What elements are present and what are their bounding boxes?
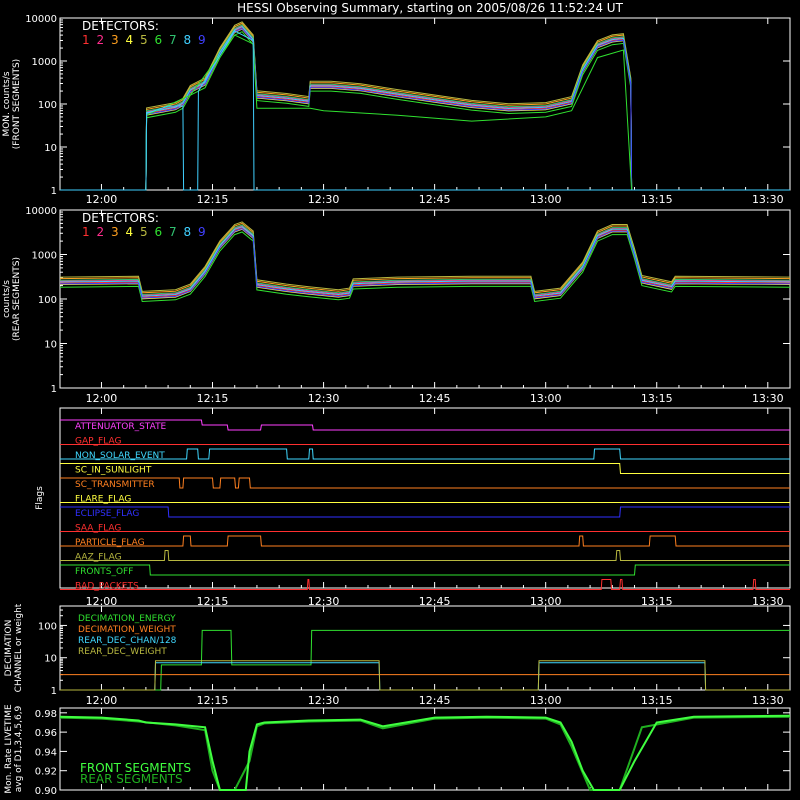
rear-y-axis-label-line: (REAR SEGMENTS) — [12, 257, 22, 341]
figure-background — [0, 0, 800, 800]
front-legend-detector-2: 2 — [97, 33, 105, 47]
rear-x-tick-label: 12:15 — [197, 392, 229, 405]
flag-label-attenuator_state: ATTENUATOR_STATE — [75, 422, 167, 432]
front-legend-detector-7: 7 — [169, 33, 177, 47]
rear-y-tick-label: 100 — [38, 295, 57, 306]
front-y-tick-label: 10 — [44, 143, 57, 154]
decimation-x-tick-label: 12:15 — [197, 694, 229, 707]
rear-x-tick-label: 13:15 — [641, 392, 673, 405]
rear-x-tick-label: 12:30 — [308, 392, 340, 405]
decimation-x-tick-label: 12:45 — [419, 694, 451, 707]
rear-legend-detector-9: 9 — [198, 225, 206, 239]
front-x-tick-label: 12:30 — [308, 193, 340, 206]
rear-y-tick-label: 10 — [44, 340, 57, 351]
rear-legend-detector-4: 4 — [126, 225, 134, 239]
rear-legend-detector-5: 5 — [140, 225, 148, 239]
rear-legend-detector-1: 1 — [82, 225, 90, 239]
front-legend-detector-4: 4 — [126, 33, 134, 47]
flag-label-flare_flag: FLARE_FLAG — [75, 495, 131, 505]
livetime-y-tick-label: 0.98 — [35, 709, 57, 720]
rear-y-tick-label: 1 — [51, 384, 57, 395]
decimation-legend-rear-dec-chan-128: REAR_DEC_CHAN/128 — [78, 636, 177, 646]
livetime-y-axis-label-line: Mon. Rate LIVETIME — [4, 704, 14, 794]
front-legend-title: DETECTORS: — [82, 19, 159, 33]
decimation-y-axis-label-line: CHANNEL or weight — [14, 603, 24, 692]
rear-y-tick-label: 10000 — [25, 206, 57, 217]
figure-title: HESSI Observing Summary, starting on 200… — [237, 1, 623, 15]
front-y-tick-label: 1000 — [32, 57, 57, 68]
front-legend-detector-6: 6 — [155, 33, 163, 47]
hessi-summary-figure: HESSI Observing Summary, starting on 200… — [0, 0, 800, 800]
front-x-tick-label: 13:15 — [641, 193, 673, 206]
flag-label-fronts_off: FRONTS_OFF — [75, 567, 133, 577]
rear-y-tick-label: 1000 — [32, 251, 57, 262]
rear-y-axis-label-line: counts/s — [2, 280, 12, 318]
flags-y-axis-label: Flags — [35, 486, 45, 510]
decimation-x-tick-label: 12:30 — [308, 694, 340, 707]
front-x-tick-label: 12:15 — [197, 193, 229, 206]
decimation-y-tick-label: 100 — [38, 621, 57, 632]
rear-x-tick-label: 12:45 — [419, 392, 451, 405]
flag-label-sc_in_sunlight: SC_IN_SUNLIGHT — [75, 466, 152, 476]
livetime-y-axis-label-line: avg of D1,3,4,5,6,9 — [14, 705, 24, 792]
flag-label-bad_packets: BAD_PACKETS — [75, 582, 139, 592]
decimation-y-tick-label: 10 — [44, 654, 57, 665]
livetime-y-tick-label: 0.96 — [35, 728, 57, 739]
decimation-x-tick-label: 12:00 — [86, 694, 118, 707]
decimation-legend-decimation-energy: DECIMATION_ENERGY — [78, 614, 176, 624]
rear-legend-detector-7: 7 — [169, 225, 177, 239]
front-legend-detector-3: 3 — [111, 33, 119, 47]
front-x-tick-label: 13:00 — [530, 193, 562, 206]
rear-x-tick-label: 12:00 — [86, 392, 118, 405]
front-legend-detector-5: 5 — [140, 33, 148, 47]
livetime-y-tick-label: 0.92 — [35, 767, 57, 778]
livetime-y-tick-label: 0.90 — [35, 786, 57, 797]
front-x-tick-label: 12:45 — [419, 193, 451, 206]
rear-x-tick-label: 13:00 — [530, 392, 562, 405]
front-y-axis-label-line: MON. counts/s — [2, 71, 12, 136]
rear-legend-title: DETECTORS: — [82, 211, 159, 225]
decimation-x-tick-label: 13:00 — [530, 694, 562, 707]
rear-legend-detector-8: 8 — [184, 225, 192, 239]
rear-legend-detector-3: 3 — [111, 225, 119, 239]
front-y-axis-label-line: (FRONT SEGMENTS) — [12, 59, 22, 149]
decimation-legend-rear-dec-weight: REAR_DEC_WEIGHT — [78, 647, 167, 657]
front-y-tick-label: 100 — [38, 100, 57, 111]
front-y-tick-label: 1 — [51, 186, 57, 197]
front-legend-detector-8: 8 — [184, 33, 192, 47]
flag-label-gap_flag: GAP_FLAG — [75, 437, 121, 447]
flag-label-non_solar_event: NON_SOLAR_EVENT — [75, 451, 165, 461]
decimation-y-tick-label: 1 — [51, 686, 57, 697]
front-x-tick-label: 12:00 — [86, 193, 118, 206]
decimation-legend-decimation-weight: DECIMATION_WEIGHT — [78, 625, 176, 635]
decimation-x-tick-label: 13:15 — [641, 694, 673, 707]
front-legend-detector-1: 1 — [82, 33, 90, 47]
flag-label-saa_flag: SAA_FLAG — [75, 524, 121, 534]
flag-label-particle_flag: PARTICLE_FLAG — [75, 538, 145, 548]
rear-legend-detector-2: 2 — [97, 225, 105, 239]
decimation-y-axis-label-line: DECIMATION — [4, 620, 14, 677]
livetime-y-tick-label: 0.94 — [35, 747, 57, 758]
front-legend-detector-9: 9 — [198, 33, 206, 47]
front-x-tick-label: 13:30 — [752, 193, 784, 206]
flag-label-eclipse_flag: ECLIPSE_FLAG — [75, 509, 139, 519]
decimation-x-tick-label: 13:30 — [752, 694, 784, 707]
livetime-y-axis-label: Mon. Rate LIVETIME avg of D1,3,4,5,6,9 — [4, 704, 24, 794]
livetime-legend-rear-segments: REAR SEGMENTS — [80, 772, 183, 786]
flags-y-axis-label-line: Flags — [35, 486, 45, 510]
rear-x-tick-label: 13:30 — [752, 392, 784, 405]
flag-label-aaz_flag: AAZ_FLAG — [75, 553, 122, 563]
front-y-axis-label: MON. counts/s (FRONT SEGMENTS) — [2, 59, 22, 149]
front-y-tick-label: 10000 — [25, 14, 57, 25]
flag-label-sc_transmitter: SC_TRANSMITTER — [75, 480, 155, 490]
rear-legend-detector-6: 6 — [155, 225, 163, 239]
